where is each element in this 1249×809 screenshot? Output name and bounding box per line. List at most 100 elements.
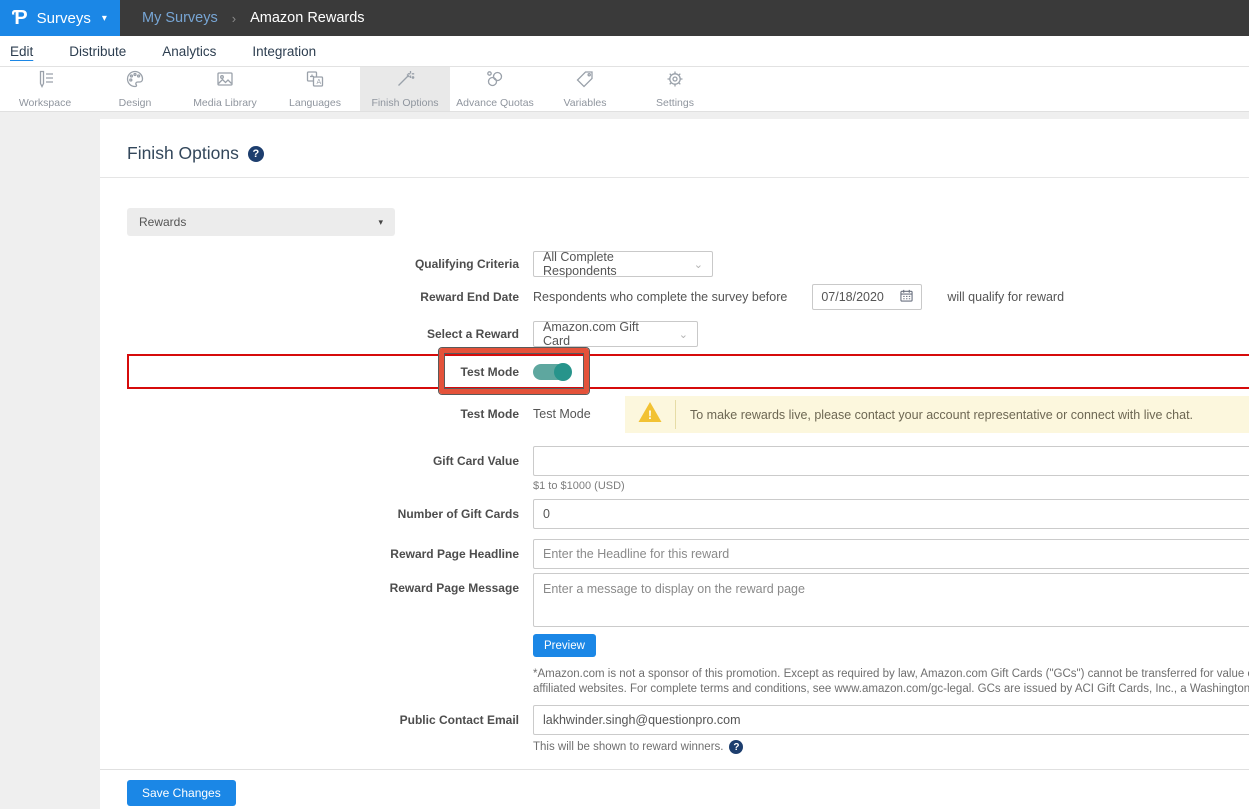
workspace-icon xyxy=(35,69,55,94)
toolbar-item-variables[interactable]: Variables xyxy=(540,67,630,111)
warning-triangle-icon: ! xyxy=(637,400,663,429)
reward-end-date-row: Reward End Date Respondents who complete… xyxy=(127,284,1249,310)
page-title: Finish Options xyxy=(127,143,239,164)
breadcrumb-current-survey: Amazon Rewards xyxy=(250,10,364,26)
reward-end-date-suffix: will qualify for reward xyxy=(947,290,1064,304)
tab-analytics[interactable]: Analytics xyxy=(162,38,216,64)
warning-text: To make rewards live, please contact you… xyxy=(690,408,1193,422)
calendar-icon xyxy=(900,289,913,305)
languages-icon: A xyxy=(305,69,325,94)
test-mode-status-label: Test Mode xyxy=(127,396,519,421)
amazon-disclaimer: *Amazon.com is not a sponsor of this pro… xyxy=(533,667,1249,697)
warning-divider xyxy=(675,400,676,429)
settings-icon xyxy=(665,69,685,94)
reward-page-headline-input[interactable] xyxy=(533,539,1249,569)
number-of-gift-cards-label: Number of Gift Cards xyxy=(127,507,519,521)
gift-card-value-input[interactable] xyxy=(533,446,1249,476)
save-changes-button[interactable]: Save Changes xyxy=(127,780,236,806)
toggle-knob xyxy=(554,363,572,381)
test-mode-status-row: Test Mode Test Mode ! To make rewards li… xyxy=(127,396,1249,434)
main-tab-nav: Edit Distribute Analytics Integration xyxy=(0,36,1249,67)
preview-button[interactable]: Preview xyxy=(533,634,596,657)
gift-card-value-label: Gift Card Value xyxy=(127,454,519,468)
public-contact-email-helper: This will be shown to reward winners. xyxy=(533,741,723,753)
chevron-down-icon: ▾ xyxy=(102,13,107,24)
reward-end-date-value: 07/18/2020 xyxy=(821,290,884,304)
public-contact-email-input[interactable] xyxy=(533,705,1249,735)
public-contact-email-helper-row: This will be shown to reward winners. ? xyxy=(533,740,1249,754)
toolbar-item-finish-options[interactable]: Finish Options xyxy=(360,67,450,111)
page-help-icon[interactable]: ? xyxy=(248,146,264,162)
chevron-down-icon: ▾ xyxy=(378,217,383,228)
email-help-icon[interactable]: ? xyxy=(729,740,743,754)
breadcrumb-separator-icon: › xyxy=(232,11,236,26)
toolbar-item-settings[interactable]: Settings xyxy=(630,67,720,111)
number-of-gift-cards-input[interactable] xyxy=(533,499,1249,529)
gift-card-value-row: Gift Card Value xyxy=(127,446,1249,476)
qualifying-criteria-row: Qualifying Criteria All Complete Respond… xyxy=(127,251,1249,277)
reward-end-date-input[interactable]: 07/18/2020 xyxy=(812,284,922,310)
questionpro-finish-options-page: Ƥ Surveys ▾ My Surveys › Amazon Rewards … xyxy=(0,0,1249,809)
test-mode-status-value: Test Mode xyxy=(533,396,625,433)
toolbar-item-label: Variables xyxy=(564,97,607,109)
chevron-down-icon: ⌄ xyxy=(694,258,703,271)
select-reward-label: Select a Reward xyxy=(127,327,519,341)
bottom-divider xyxy=(100,769,1249,770)
product-name: Surveys xyxy=(37,10,91,27)
toolbar-item-label: Workspace xyxy=(19,97,71,109)
reward-page-headline-label: Reward Page Headline xyxy=(127,547,519,561)
title-divider xyxy=(100,177,1249,178)
toolbar-item-workspace[interactable]: Workspace xyxy=(0,67,90,111)
qualifying-criteria-select[interactable]: All Complete Respondents ⌄ xyxy=(533,251,713,277)
test-mode-toggle[interactable] xyxy=(533,364,571,380)
disclaimer-line-1: *Amazon.com is not a sponsor of this pro… xyxy=(533,667,1249,682)
breadcrumb: My Surveys › Amazon Rewards xyxy=(120,0,365,36)
rewards-form: Qualifying Criteria All Complete Respond… xyxy=(127,251,1249,806)
product-switcher[interactable]: Ƥ Surveys ▾ xyxy=(0,0,120,36)
questionpro-logo-icon: Ƥ xyxy=(12,8,28,28)
design-icon xyxy=(125,69,145,94)
edit-toolbar: Workspace Design Media Library A Languag… xyxy=(0,67,1249,112)
toolbar-item-label: Media Library xyxy=(193,97,257,109)
rewards-section-dropdown[interactable]: Rewards ▾ xyxy=(127,208,395,236)
reward-page-message-row: Reward Page Message xyxy=(127,573,1249,627)
reward-page-headline-row: Reward Page Headline xyxy=(127,539,1249,569)
reward-end-date-label: Reward End Date xyxy=(127,290,519,304)
chevron-down-icon: ⌄ xyxy=(679,328,688,341)
media-library-icon xyxy=(215,69,235,94)
svg-text:A: A xyxy=(317,79,322,86)
svg-text:!: ! xyxy=(648,408,652,422)
gift-card-value-helper: $1 to $1000 (USD) xyxy=(533,480,1249,492)
advance-quotas-icon xyxy=(485,69,505,94)
tab-distribute[interactable]: Distribute xyxy=(69,38,126,64)
qualifying-criteria-value: All Complete Respondents xyxy=(543,250,680,278)
toolbar-item-label: Languages xyxy=(289,97,341,109)
select-reward-value: Amazon.com Gift Card xyxy=(543,320,665,348)
toolbar-item-advance-quotas[interactable]: Advance Quotas xyxy=(450,67,540,111)
finish-options-panel: Finish Options ? Rewards ▾ Qualifying Cr… xyxy=(100,119,1249,809)
toolbar-item-label: Settings xyxy=(656,97,694,109)
public-contact-email-label: Public Contact Email xyxy=(127,713,519,727)
reward-page-message-label: Reward Page Message xyxy=(127,573,519,595)
toolbar-item-design[interactable]: Design xyxy=(90,67,180,111)
tab-integration[interactable]: Integration xyxy=(252,38,316,64)
select-reward-row: Select a Reward Amazon.com Gift Card ⌄ xyxy=(127,321,1249,347)
test-mode-warning-banner: ! To make rewards live, please contact y… xyxy=(625,396,1249,433)
number-of-gift-cards-row: Number of Gift Cards xyxy=(127,499,1249,529)
disclaimer-line-2: affiliated websites. For complete terms … xyxy=(533,682,1249,697)
toolbar-item-media-library[interactable]: Media Library xyxy=(180,67,270,111)
public-contact-email-row: Public Contact Email xyxy=(127,705,1249,735)
test-mode-toggle-label: Test Mode xyxy=(127,365,519,379)
select-reward-select[interactable]: Amazon.com Gift Card ⌄ xyxy=(533,321,698,347)
toolbar-item-label: Advance Quotas xyxy=(456,97,534,109)
rewards-dropdown-value: Rewards xyxy=(139,215,186,229)
test-mode-toggle-row: Test Mode xyxy=(127,352,1249,392)
reward-page-message-textarea[interactable] xyxy=(533,573,1249,627)
breadcrumb-my-surveys[interactable]: My Surveys xyxy=(142,10,218,26)
tab-edit[interactable]: Edit xyxy=(10,38,33,64)
toolbar-item-languages[interactable]: A Languages xyxy=(270,67,360,111)
finish-options-icon xyxy=(395,69,415,94)
qualifying-criteria-label: Qualifying Criteria xyxy=(127,257,519,271)
toolbar-item-label: Design xyxy=(119,97,152,109)
variables-icon xyxy=(575,69,595,94)
